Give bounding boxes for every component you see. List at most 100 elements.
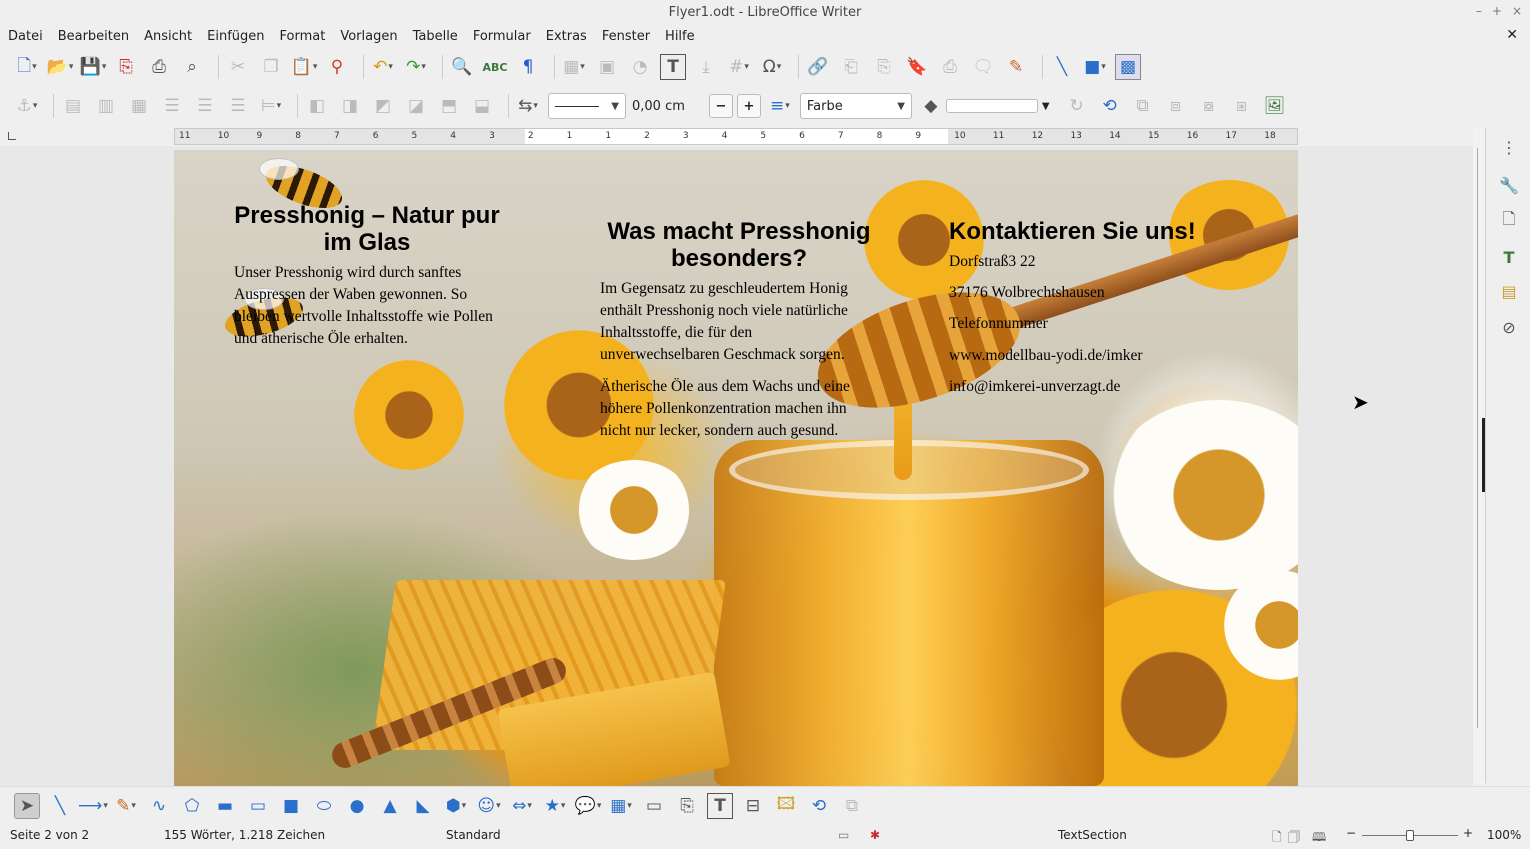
page-icon[interactable]: 🗋 bbox=[1496, 208, 1522, 234]
contact-city[interactable]: 37176 Wolbrechtshausen bbox=[949, 282, 1105, 304]
menu-fenster[interactable]: Fenster bbox=[602, 29, 650, 44]
toggle-draw-functions-icon[interactable]: ▩ bbox=[1115, 54, 1141, 80]
paragraph-col2-2[interactable]: Ätherische Öle aus dem Wachs und eine hö… bbox=[600, 376, 868, 442]
menu-extras[interactable]: Extras bbox=[546, 29, 587, 44]
paragraph-col1[interactable]: Unser Presshonig wird durch sanftes Ausp… bbox=[234, 262, 506, 350]
document-modified-icon[interactable]: ✱ bbox=[870, 828, 880, 842]
decrease-button[interactable]: − bbox=[708, 94, 733, 118]
line-style-select[interactable]: ▼ bbox=[548, 93, 626, 119]
hyperlink-icon[interactable]: 🔗 bbox=[805, 54, 831, 80]
menu-formular[interactable]: Formular bbox=[473, 29, 531, 44]
page[interactable]: Presshonig – Natur pur im Glas Unser Pre… bbox=[174, 150, 1298, 786]
undo-icon[interactable]: ↶ bbox=[370, 54, 396, 80]
gallery-icon[interactable]: ▤ bbox=[1496, 278, 1522, 304]
block-arrows-icon[interactable]: ⇔ bbox=[509, 793, 535, 819]
insert-line-icon[interactable]: ╲ bbox=[1049, 54, 1075, 80]
square-icon[interactable]: ■ bbox=[278, 793, 304, 819]
arrow-line-icon[interactable]: ⟶ bbox=[78, 793, 106, 819]
document-canvas[interactable]: Presshonig – Natur pur im Glas Unser Pre… bbox=[0, 146, 1473, 786]
zoom-level[interactable]: 100% bbox=[1487, 828, 1521, 842]
spellcheck-icon[interactable]: ABC bbox=[482, 54, 508, 80]
redo-icon[interactable]: ↷ bbox=[403, 54, 429, 80]
word-count-status[interactable]: 155 Wörter, 1.218 Zeichen bbox=[164, 828, 325, 842]
track-changes-icon[interactable]: ✎ bbox=[1003, 54, 1029, 80]
heading-col1[interactable]: Presshonig – Natur pur im Glas bbox=[232, 202, 502, 256]
menu-vorlagen[interactable]: Vorlagen bbox=[340, 29, 397, 44]
to-background-icon[interactable]: ⬓ bbox=[469, 93, 495, 119]
clone-formatting-icon[interactable]: ⚲ bbox=[324, 54, 350, 80]
menu-datei[interactable]: Datei bbox=[8, 29, 43, 44]
tab-stop-selector[interactable] bbox=[8, 132, 16, 140]
contact-address[interactable]: Dorfstraß3 22 bbox=[949, 251, 1036, 273]
transformations-icon[interactable]: ⟲ bbox=[1097, 93, 1123, 119]
comment-icon[interactable]: 🗨 bbox=[970, 54, 996, 80]
cut-icon[interactable]: ✂ bbox=[225, 54, 251, 80]
vertical-text-icon[interactable]: ⊟ bbox=[740, 793, 766, 819]
find-replace-icon[interactable]: 🔍 bbox=[449, 54, 475, 80]
formatting-marks-icon[interactable]: ¶ bbox=[515, 54, 541, 80]
backward-one-icon[interactable]: ◩ bbox=[370, 93, 396, 119]
line-tool-icon[interactable]: ╲ bbox=[47, 793, 73, 819]
ellipse-icon[interactable]: ⬭ bbox=[311, 793, 337, 819]
basic-shapes-icon[interactable]: ⬢ bbox=[443, 793, 469, 819]
new-document-icon[interactable]: 🗋 bbox=[14, 54, 40, 80]
bring-to-front-icon[interactable]: ◧ bbox=[304, 93, 330, 119]
insert-image-icon[interactable]: ▣ bbox=[594, 54, 620, 80]
textbox-icon[interactable]: T bbox=[707, 792, 733, 819]
horizontal-ruler[interactable]: 11 10 9 8 7 6 5 4 3 2 1 1 2 3 4 5 6 7 8 9 10 11 12 13 14 15 16 17 18 bbox=[174, 128, 1298, 145]
navigator-icon[interactable]: ⊘ bbox=[1496, 314, 1522, 340]
page-style-status[interactable]: Standard bbox=[446, 828, 501, 842]
insert-caption-icon[interactable]: ▭ bbox=[641, 793, 667, 819]
special-character-icon[interactable]: Ω bbox=[759, 54, 785, 80]
area-style-select[interactable]: Farbe ▼ bbox=[799, 93, 912, 119]
to-foreground-icon[interactable]: ⬒ bbox=[436, 93, 462, 119]
freeform-icon[interactable]: ✎ bbox=[113, 793, 139, 819]
select-arrow-icon[interactable]: ➤ bbox=[14, 792, 40, 819]
line-color-icon[interactable]: ≡ bbox=[767, 93, 793, 119]
scrollbar-thumb[interactable] bbox=[1477, 148, 1480, 728]
ungroup-icon[interactable]: ⧆ bbox=[1229, 93, 1255, 119]
image-icon[interactable]: 🖼 bbox=[1262, 93, 1288, 119]
symbol-shapes-icon[interactable]: ☺ bbox=[476, 793, 502, 819]
footnote-icon[interactable]: ⎗ bbox=[838, 54, 864, 80]
maximize-button[interactable]: + bbox=[1492, 4, 1502, 18]
menu-tabelle[interactable]: Tabelle bbox=[413, 29, 458, 44]
insert-page-break-icon[interactable]: ⤓ bbox=[693, 54, 719, 80]
menu-einfuegen[interactable]: Einfügen bbox=[207, 29, 264, 44]
heading-col2[interactable]: Was macht Presshonig besonders? bbox=[594, 218, 884, 272]
line-width-field[interactable]: 0,00 cm − + bbox=[632, 93, 761, 119]
export-pdf-icon[interactable]: ⎘ bbox=[113, 54, 139, 80]
wrap-right-icon[interactable]: ☰ bbox=[192, 93, 218, 119]
heading-col3[interactable]: Kontaktieren Sie uns! bbox=[949, 218, 1199, 245]
menu-bearbeiten[interactable]: Bearbeiten bbox=[58, 29, 129, 44]
sidebar-menu-icon[interactable]: ⋮ bbox=[1496, 134, 1522, 160]
send-to-back-icon[interactable]: ◪ bbox=[403, 93, 429, 119]
save-icon[interactable]: 💾 bbox=[80, 54, 106, 80]
print-icon[interactable]: ⎙ bbox=[146, 54, 172, 80]
polygon-icon[interactable]: ⬠ bbox=[179, 793, 205, 819]
forward-one-icon[interactable]: ◨ bbox=[337, 93, 363, 119]
close-document-button[interactable]: ✕ bbox=[1506, 27, 1518, 43]
copy-icon[interactable]: ❐ bbox=[258, 54, 284, 80]
wrap-left-icon[interactable]: ☰ bbox=[159, 93, 185, 119]
wrap-through-icon[interactable]: ☰ bbox=[225, 93, 251, 119]
fontwork-icon[interactable]: ⎘ bbox=[674, 793, 700, 819]
cross-reference-icon[interactable]: ⎙ bbox=[937, 54, 963, 80]
zoom-out-button[interactable]: − bbox=[1346, 826, 1356, 840]
align-objects-icon[interactable]: ⊨ bbox=[258, 93, 284, 119]
exit-group-icon[interactable]: ⧇ bbox=[1196, 93, 1222, 119]
rotate-icon[interactable]: ↻ bbox=[1064, 93, 1090, 119]
wrap-off-icon[interactable]: ▤ bbox=[60, 93, 86, 119]
insert-field-icon[interactable]: # bbox=[726, 54, 752, 80]
print-preview-icon[interactable]: ⌕ bbox=[179, 54, 205, 80]
chevron-down-icon[interactable]: ▼ bbox=[1042, 101, 1050, 112]
wrap-page-icon[interactable]: ▥ bbox=[93, 93, 119, 119]
insert-chart-icon[interactable]: ◔ bbox=[627, 54, 653, 80]
right-triangle-icon[interactable]: ◣ bbox=[410, 793, 436, 819]
contact-phone[interactable]: Telefonnummer bbox=[949, 313, 1048, 335]
endnote-icon[interactable]: ⎘ bbox=[871, 54, 897, 80]
insert-textbox-icon[interactable]: T bbox=[660, 54, 686, 80]
close-window-button[interactable]: × bbox=[1512, 4, 1522, 18]
enter-group-icon[interactable]: ⧈ bbox=[1163, 93, 1189, 119]
line-style-arrows-icon[interactable]: ⇆ bbox=[515, 93, 541, 119]
